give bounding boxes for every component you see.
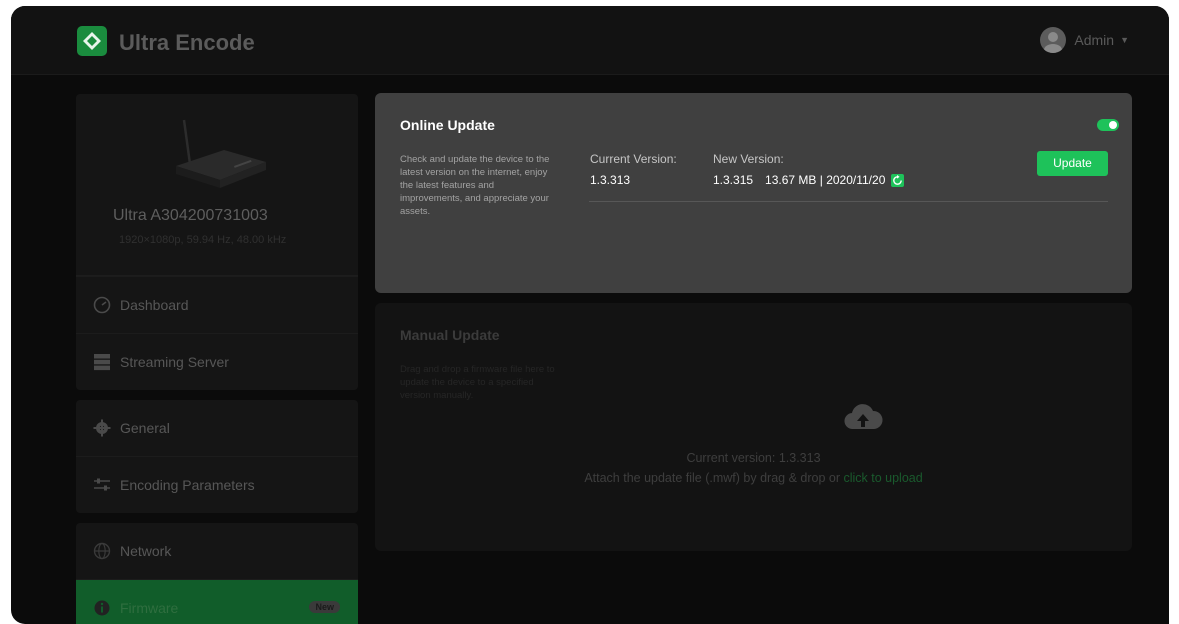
sidebar-group-status: Ultra A304200731003 1920×1080p, 59.94 Hz… bbox=[76, 94, 358, 390]
new-version-label: New Version: bbox=[713, 152, 784, 166]
online-update-toggle[interactable] bbox=[1097, 119, 1119, 131]
sidebar-item-streaming-server[interactable]: Streaming Server bbox=[76, 333, 358, 390]
app-logo bbox=[77, 26, 107, 56]
upload-instructions: Attach the update file (.mwf) by drag & … bbox=[375, 471, 1132, 485]
sidebar-item-label: Firmware bbox=[120, 600, 179, 616]
sidebar-item-label: General bbox=[120, 420, 170, 436]
new-version-value: 1.3.315 bbox=[713, 173, 754, 187]
online-update-card: Online Update Check and update the devic… bbox=[375, 93, 1132, 293]
chevron-down-icon: ▼ bbox=[1120, 35, 1129, 45]
online-update-title: Online Update bbox=[400, 117, 495, 133]
new-badge: New bbox=[309, 601, 340, 613]
sidebar-item-network[interactable]: Network bbox=[76, 523, 358, 579]
new-version-info: 1.3.315 13.67 MB | 2020/11/20 bbox=[713, 173, 905, 187]
manual-update-card[interactable]: Manual Update Drag and drop a firmware f… bbox=[375, 303, 1132, 551]
attach-text: Attach the update file (.mwf) by drag & … bbox=[584, 471, 844, 485]
app-title: Ultra Encode bbox=[119, 30, 255, 55]
device-name: Ultra A304200731003 bbox=[113, 207, 268, 224]
divider bbox=[589, 201, 1108, 202]
manual-current-version: Current version: 1.3.313 bbox=[686, 451, 821, 465]
manual-update-description: Drag and drop a firmware file here to up… bbox=[400, 364, 555, 401]
top-bar: Ultra Encode Admin ▼ bbox=[11, 6, 1169, 75]
current-version-value: 1.3.313 bbox=[590, 173, 631, 187]
refresh-button[interactable] bbox=[891, 173, 905, 187]
toggle-knob bbox=[1109, 121, 1117, 129]
sliders-icon bbox=[94, 478, 110, 491]
gear-icon bbox=[93, 419, 111, 437]
encoder-device-image bbox=[176, 119, 266, 188]
cloud-upload-icon bbox=[844, 404, 883, 430]
online-update-description: Check and update the device to the lates… bbox=[400, 154, 550, 217]
manual-update-title: Manual Update bbox=[400, 327, 500, 343]
sidebar-group-system: Network Firmware New bbox=[76, 523, 358, 624]
user-avatar-icon bbox=[1044, 32, 1063, 53]
sidebar-item-label: Streaming Server bbox=[120, 354, 229, 370]
globe-icon bbox=[93, 542, 111, 560]
app-window: Ultra Encode Admin ▼ Ultra A304200731003… bbox=[11, 6, 1169, 624]
sidebar-item-label: Encoding Parameters bbox=[120, 477, 255, 493]
new-version-meta: 13.67 MB | 2020/11/20 bbox=[765, 173, 886, 187]
refresh-icon bbox=[893, 174, 903, 185]
current-version-label: Current Version: bbox=[590, 152, 677, 166]
sidebar-item-firmware[interactable]: Firmware New bbox=[76, 579, 358, 624]
sidebar-item-general[interactable]: General bbox=[76, 400, 358, 456]
server-icon bbox=[94, 354, 110, 371]
user-menu[interactable]: Admin ▼ bbox=[1040, 26, 1129, 54]
sidebar-group-settings: General Encoding Parameters bbox=[76, 400, 358, 513]
user-name: Admin bbox=[1074, 32, 1115, 48]
sidebar-item-label: Dashboard bbox=[120, 297, 189, 313]
sidebar-item-label: Network bbox=[120, 543, 172, 559]
update-button[interactable]: Update bbox=[1037, 151, 1108, 176]
avatar bbox=[1040, 27, 1067, 53]
upload-link[interactable]: click to upload bbox=[843, 471, 922, 485]
sidebar-item-dashboard[interactable]: Dashboard bbox=[76, 276, 358, 333]
device-signal-info: 1920×1080p, 59.94 Hz, 48.00 kHz bbox=[119, 234, 287, 246]
sidebar: Ultra A304200731003 1920×1080p, 59.94 Hz… bbox=[76, 94, 358, 624]
logo-diamond-icon bbox=[83, 32, 101, 50]
sidebar-item-encoding-parameters[interactable]: Encoding Parameters bbox=[76, 456, 358, 513]
dashboard-icon bbox=[93, 296, 111, 314]
info-icon bbox=[94, 600, 110, 616]
device-card: Ultra A304200731003 1920×1080p, 59.94 Hz… bbox=[76, 94, 358, 276]
